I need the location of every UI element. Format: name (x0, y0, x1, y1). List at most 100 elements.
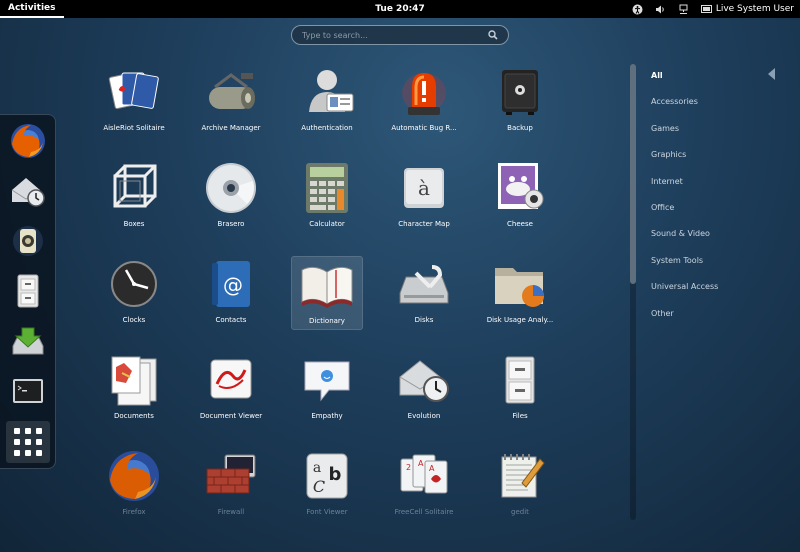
app-aisleriot[interactable]: AisleRiot Solitaire (98, 64, 170, 138)
app-label: Character Map (398, 220, 450, 228)
category-accessories[interactable]: Accessories (651, 96, 718, 122)
app-grid-scrollbar[interactable] (630, 64, 636, 520)
svg-text:C: C (313, 477, 325, 496)
svg-text:A: A (418, 459, 424, 468)
category-games[interactable]: Games (651, 123, 718, 149)
app-archive-manager[interactable]: Archive Manager (195, 64, 267, 138)
calculator-icon (296, 160, 358, 216)
user-name: Live System User (715, 4, 794, 14)
app-label: Clocks (122, 316, 146, 324)
app-clocks[interactable]: Clocks (98, 256, 170, 330)
system-tray: Live System User (632, 0, 794, 18)
app-automatic-bug-reporting[interactable]: Automatic Bug R... (388, 64, 460, 138)
dash-firefox-icon[interactable] (8, 121, 48, 161)
volume-icon[interactable] (655, 4, 666, 15)
dash-software-install-icon[interactable] (8, 321, 48, 361)
scrollbar-thumb[interactable] (630, 64, 636, 284)
network-icon[interactable] (678, 4, 689, 15)
app-document-viewer[interactable]: Document Viewer (195, 352, 267, 426)
app-character-map[interactable]: à Character Map (388, 160, 460, 234)
app-label: Brasero (217, 220, 245, 228)
activities-button[interactable]: Activities (0, 0, 64, 18)
cheese-icon (489, 160, 551, 216)
contacts-icon: @ (200, 256, 262, 312)
app-documents[interactable]: Documents (98, 352, 170, 426)
app-label: Font Viewer (306, 508, 348, 516)
category-office[interactable]: Office (651, 202, 718, 228)
app-disk-usage-analyzer[interactable]: Disk Usage Analy... (484, 256, 556, 330)
dash-evolution-icon[interactable] (8, 171, 48, 211)
app-label: Firefox (122, 508, 146, 516)
svg-text:2: 2 (406, 463, 411, 472)
app-font-viewer[interactable]: abC Font Viewer (291, 448, 363, 522)
filing-cabinet-icon (489, 352, 551, 408)
authentication-icon (296, 64, 358, 120)
category-universal-access[interactable]: Universal Access (651, 281, 718, 307)
category-sound-video[interactable]: Sound & Video (651, 228, 718, 254)
text-editor-icon (489, 448, 551, 504)
app-backup[interactable]: Backup (484, 64, 556, 138)
svg-text:a: a (313, 460, 321, 476)
app-empathy[interactable]: Empathy (291, 352, 363, 426)
category-list: All Accessories Games Graphics Internet … (651, 70, 718, 334)
active-category-arrow-icon (768, 68, 775, 80)
app-label: Documents (114, 412, 154, 420)
app-label: Files (512, 412, 528, 420)
documents-icon (103, 352, 165, 408)
boxes-icon (103, 160, 165, 216)
firewall-icon (200, 448, 262, 504)
app-cheese[interactable]: Cheese (484, 160, 556, 234)
app-label: Empathy (311, 412, 343, 420)
app-firewall[interactable]: Firewall (195, 448, 267, 522)
app-firefox[interactable]: Firefox (98, 448, 170, 522)
app-label: gedit (511, 508, 529, 516)
show-applications-icon[interactable] (6, 421, 50, 463)
safe-icon (489, 64, 551, 120)
alarm-icon (393, 64, 455, 120)
user-status-icon (700, 4, 712, 13)
app-contacts[interactable]: @ Contacts (195, 256, 267, 330)
category-system-tools[interactable]: System Tools (651, 255, 718, 281)
app-label: Backup (507, 124, 533, 132)
disks-icon (393, 256, 455, 312)
category-all[interactable]: All (651, 70, 718, 96)
app-label: Firewall (217, 508, 245, 516)
document-viewer-icon (200, 352, 262, 408)
clock-label[interactable]: Tue 20:47 (375, 4, 424, 14)
archive-icon (200, 64, 262, 120)
app-freecell[interactable]: 2AA FreeCell Solitaire (388, 448, 460, 522)
app-label: AisleRiot Solitaire (103, 124, 165, 132)
svg-text:A: A (429, 464, 435, 473)
app-disks[interactable]: Disks (388, 256, 460, 330)
app-dictionary[interactable]: Dictionary (291, 256, 363, 330)
search-input[interactable]: Type to search... (302, 31, 488, 40)
app-label: Contacts (215, 316, 247, 324)
dash (0, 114, 56, 469)
category-other[interactable]: Other (651, 308, 718, 334)
app-files[interactable]: Files (484, 352, 556, 426)
app-label: Boxes (123, 220, 145, 228)
app-brasero[interactable]: Brasero (195, 160, 267, 234)
app-gedit[interactable]: gedit (484, 448, 556, 522)
app-authentication[interactable]: Authentication (291, 64, 363, 138)
dash-terminal-icon[interactable] (8, 371, 48, 411)
category-internet[interactable]: Internet (651, 176, 718, 202)
app-calculator[interactable]: Calculator (291, 160, 363, 234)
search-field[interactable]: Type to search... (291, 25, 509, 45)
book-icon (296, 257, 358, 313)
category-graphics[interactable]: Graphics (651, 149, 718, 175)
folder-chart-icon (489, 256, 551, 312)
dash-rhythmbox-icon[interactable] (8, 221, 48, 261)
firefox-icon (103, 448, 165, 504)
app-evolution[interactable]: Evolution (388, 352, 460, 426)
cards-icon (103, 64, 165, 120)
svg-text:@: @ (223, 273, 243, 297)
svg-text:à: à (418, 176, 430, 200)
accessibility-icon[interactable] (632, 4, 643, 15)
app-boxes[interactable]: Boxes (98, 160, 170, 234)
clock-icon (103, 256, 165, 312)
character-map-icon: à (393, 160, 455, 216)
dash-files-icon[interactable] (8, 271, 48, 311)
user-menu[interactable]: Live System User (700, 4, 794, 14)
app-label: Authentication (301, 124, 353, 132)
